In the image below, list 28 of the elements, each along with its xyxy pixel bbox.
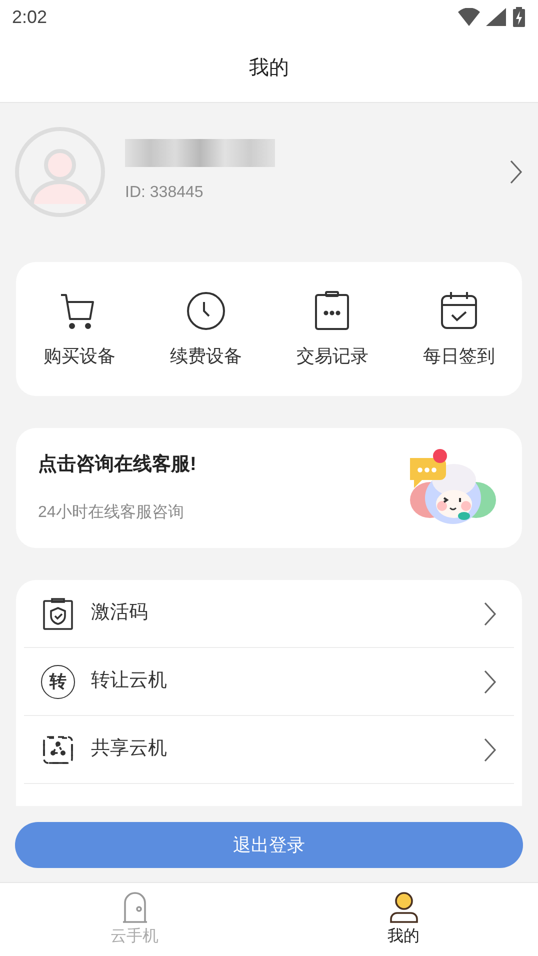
wifi-icon (458, 8, 480, 26)
page-title: 我的 (249, 56, 289, 81)
quick-action[interactable]: 交易记录 (269, 288, 396, 370)
menu-label: 激活码 (91, 601, 149, 626)
quick-action[interactable]: 每日签到 (396, 288, 522, 370)
status-time: 2:02 (12, 6, 48, 28)
chevron-right-icon (483, 668, 497, 694)
service-subtitle: 24小时在线客服咨询 (38, 502, 185, 524)
avatar-placeholder-icon (15, 126, 105, 216)
chevron-right-icon (483, 600, 497, 626)
menu-label: 共享云机 (91, 737, 168, 762)
quick-action[interactable]: 续费设备 (142, 288, 269, 370)
user-id: ID: 338445 (125, 182, 204, 202)
menu-item[interactable]: 激活码 (24, 580, 514, 648)
menu-label: 转让云机 (91, 669, 168, 694)
signal-icon (486, 8, 506, 26)
menu-item[interactable]: 共享云机 (24, 716, 514, 784)
quick-action[interactable]: 购买设备 (16, 288, 142, 370)
service-title: 点击咨询在线客服! (38, 452, 196, 477)
menu-item[interactable]: 转 转让云机 (24, 648, 514, 716)
nav-tab[interactable]: 我的 (269, 883, 538, 956)
user-icon (388, 890, 420, 922)
customer-service-card[interactable]: 点击咨询在线客服! 24小时在线客服咨询 (16, 428, 522, 548)
shield-check-icon (41, 596, 75, 630)
battery-icon (512, 7, 526, 27)
chevron-right-icon (509, 158, 523, 184)
chevron-right-icon (483, 736, 497, 762)
character-badge-icon: 转 (41, 664, 75, 698)
